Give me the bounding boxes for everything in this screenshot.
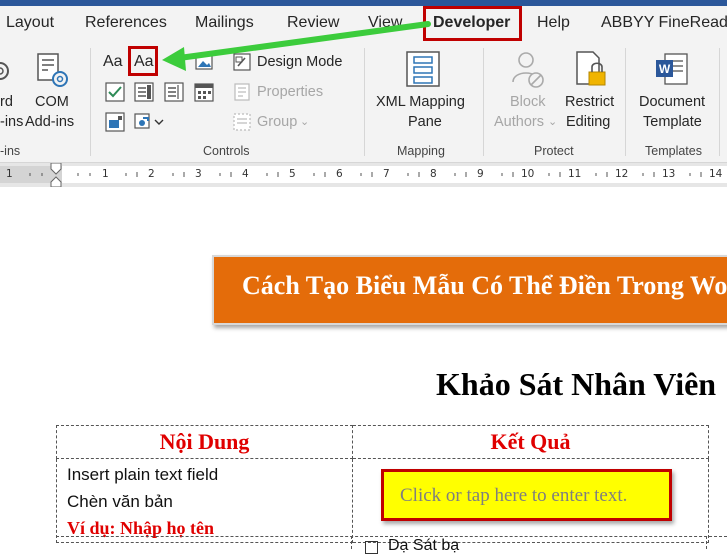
checkbox[interactable] xyxy=(365,541,378,554)
banner-title: Cách Tạo Biểu Mẫu Có Thể Điền Trong Word xyxy=(242,271,727,300)
banner: Cách Tạo Biểu Mẫu Có Thể Điền Trong Word xyxy=(212,255,727,325)
header-noi-dung: Nội Dung xyxy=(56,425,353,459)
horizontal-ruler[interactable]: 1 1 2 3 4 5 6 7 8 9 10 11 12 13 14 xyxy=(0,163,727,187)
table-divider xyxy=(351,536,352,549)
ruler-ticks xyxy=(29,163,702,187)
checkbox-label: Dạ Sát bạ xyxy=(388,537,460,554)
row1-content-cell: Insert plain text field Chèn văn bản Ví … xyxy=(56,458,353,543)
row1-line-2: Chèn văn bản xyxy=(67,492,173,511)
table-divider xyxy=(706,536,707,549)
header-ket-qua: Kết Quả xyxy=(352,425,709,459)
plain-text-field-placeholder: Click or tap here to enter text. xyxy=(400,485,628,506)
plain-text-field[interactable]: Click or tap here to enter text. xyxy=(381,469,672,521)
document-title: Khảo Sát Nhân Viên xyxy=(436,366,717,402)
row1-line-1: Insert plain text field xyxy=(67,465,219,484)
